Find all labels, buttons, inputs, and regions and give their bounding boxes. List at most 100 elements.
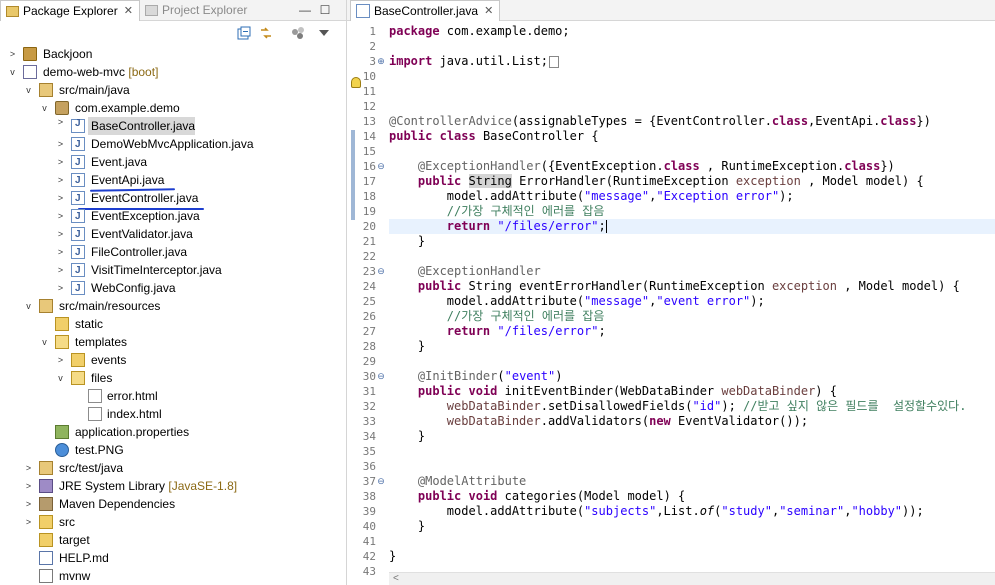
tree-item-event[interactable]: > Event.java	[0, 153, 346, 172]
code-line[interactable]	[389, 459, 995, 474]
code-line[interactable]	[389, 39, 995, 54]
tree-item-index-html[interactable]: index.html	[0, 405, 346, 423]
tab-project-explorer[interactable]: Project Explorer	[140, 0, 253, 20]
code-line[interactable]: @ExceptionHandler({EventException.class …	[389, 159, 995, 174]
expand-arrow-icon[interactable]: >	[24, 477, 33, 495]
code-line[interactable]: public class BaseController {	[389, 129, 995, 144]
tree-item-basecontroller[interactable]: BaseController.java	[88, 117, 195, 135]
code-area[interactable]: 1 package com.example.demo; 2 3 ⊕ import java…	[347, 21, 995, 578]
expand-arrow-icon[interactable]: >	[56, 261, 65, 279]
tree-item-src-test-java[interactable]: > src/test/java	[0, 459, 346, 477]
expand-arrow-icon[interactable]: >	[24, 459, 33, 477]
code-line[interactable]	[389, 144, 995, 159]
code-line[interactable]	[389, 69, 995, 84]
expand-arrow-icon[interactable]: >	[56, 171, 65, 189]
code-line[interactable]	[389, 534, 995, 549]
filters-icon[interactable]	[290, 26, 306, 42]
tree-item-filecontroller[interactable]: > FileController.java	[0, 243, 346, 262]
expand-arrow-icon[interactable]: >	[24, 513, 33, 531]
maximize-icon[interactable]: ☐	[318, 3, 332, 17]
tree-item-eventapi[interactable]: > EventApi.java	[0, 171, 346, 190]
scroll-left-icon[interactable]: <	[393, 573, 399, 584]
expand-arrow-icon[interactable]: >	[56, 351, 65, 369]
code-line[interactable]: model.addAttribute("subjects",List.of("s…	[389, 504, 995, 519]
tree-item-templates[interactable]: v templates	[0, 333, 346, 351]
code-line[interactable]: public String eventErrorHandler(RuntimeE…	[389, 279, 995, 294]
collapse-arrow-icon[interactable]: v	[24, 81, 33, 99]
code-line[interactable]	[389, 249, 995, 264]
tree-item-help-md[interactable]: HELP.md	[0, 549, 346, 567]
code-line[interactable]: webDataBinder.addValidators(new EventVal…	[389, 414, 995, 429]
tree-item-error-html[interactable]: error.html	[0, 387, 346, 405]
tree-item-package[interactable]: v com.example.demo	[0, 99, 346, 117]
collapse-arrow-icon[interactable]: v	[8, 63, 17, 81]
expand-arrow-icon[interactable]: >	[56, 135, 65, 153]
code-line[interactable]: @ModelAttribute	[389, 474, 995, 489]
expand-arrow-icon[interactable]: >	[56, 225, 65, 243]
code-line[interactable]: public void categories(Model model) {	[389, 489, 995, 504]
tree-item-mvnw[interactable]: mvnw	[0, 567, 346, 585]
minimize-icon[interactable]: —	[298, 3, 312, 17]
close-icon[interactable]: ✕	[124, 1, 133, 21]
collapse-arrow-icon[interactable]: v	[24, 297, 33, 315]
tree-item-files[interactable]: v files	[0, 369, 346, 387]
tree-item-src-main-resources[interactable]: v src/main/resources	[0, 297, 346, 315]
code-line[interactable]: @ControllerAdvice(assignableTypes = {Eve…	[389, 114, 995, 129]
code-line[interactable]	[389, 444, 995, 459]
tree-item-jre-system-library[interactable]: > JRE System Library [JavaSE-1.8]	[0, 477, 346, 495]
tree-item-backjoon[interactable]: > Backjoon	[0, 45, 346, 63]
tree-item-webconfig[interactable]: > WebConfig.java	[0, 279, 346, 298]
tab-basecontroller-java[interactable]: BaseController.java ✕	[350, 0, 501, 21]
expand-arrow-icon[interactable]: >	[8, 45, 17, 63]
expand-arrow-icon[interactable]: >	[24, 495, 33, 513]
collapse-arrow-icon[interactable]: v	[40, 99, 49, 117]
tree-item-eventexception[interactable]: > EventException.java	[0, 207, 346, 226]
code-line[interactable]: @InitBinder("event")	[389, 369, 995, 384]
code-line[interactable]	[389, 354, 995, 369]
expand-arrow-icon[interactable]: >	[56, 153, 65, 171]
tree-item-demowebmvcapplication[interactable]: > DemoWebMvcApplication.java	[0, 135, 346, 154]
tree-item-events[interactable]: > events	[0, 351, 346, 369]
tree-item-eventcontroller[interactable]: > EventController.java	[0, 189, 346, 208]
collapse-fold-icon[interactable]: ⊖	[376, 264, 386, 279]
code-line[interactable]: model.addAttribute("message","Exception …	[389, 189, 995, 204]
tree-item-maven-dependencies[interactable]: > Maven Dependencies	[0, 495, 346, 513]
expand-arrow-icon[interactable]: >	[56, 189, 65, 207]
code-line[interactable]: }	[389, 234, 995, 249]
view-menu-icon[interactable]	[316, 26, 332, 42]
collapse-arrow-icon[interactable]: v	[56, 369, 65, 387]
code-line[interactable]: }	[389, 429, 995, 444]
tree-item-demo-web-mvc[interactable]: v demo-web-mvc [boot]	[0, 63, 346, 81]
expand-fold-icon[interactable]: ⊕	[376, 54, 386, 69]
tab-package-explorer[interactable]: Package Explorer ✕	[0, 0, 140, 21]
collapse-fold-icon[interactable]: ⊖	[376, 474, 386, 489]
collapse-all-icon[interactable]	[236, 26, 252, 42]
code-line[interactable]: return "/files/error";	[389, 219, 995, 234]
code-line[interactable]: }	[389, 519, 995, 534]
link-with-editor-icon[interactable]	[258, 26, 274, 42]
code-line[interactable]: public String ErrorHandler(RuntimeExcept…	[389, 174, 995, 189]
code-line[interactable]: webDataBinder.setDisallowedFields("id");…	[389, 399, 995, 414]
code-line[interactable]	[389, 84, 995, 99]
code-line[interactable]: //가장 구체적인 에러를 잡음	[389, 309, 995, 324]
code-line[interactable]: }	[389, 339, 995, 354]
tree-item-eventvalidator[interactable]: > EventValidator.java	[0, 225, 346, 244]
code-line[interactable]	[389, 99, 995, 114]
code-line[interactable]: return "/files/error";	[389, 324, 995, 339]
collapse-fold-icon[interactable]: ⊖	[376, 159, 386, 174]
code-line[interactable]: @ExceptionHandler	[389, 264, 995, 279]
code-line[interactable]: public void initEventBinder(WebDataBinde…	[389, 384, 995, 399]
collapse-arrow-icon[interactable]: v	[40, 333, 49, 351]
expand-arrow-icon[interactable]: >	[56, 117, 65, 135]
expand-arrow-icon[interactable]: >	[56, 243, 65, 261]
expand-arrow-icon[interactable]: >	[56, 279, 65, 297]
tree-item-application-properties[interactable]: application.properties	[0, 423, 346, 441]
code-line[interactable]: //가장 구체적인 에러를 잡음	[389, 204, 995, 219]
code-line[interactable]: model.addAttribute("message","event erro…	[389, 294, 995, 309]
close-icon[interactable]: ✕	[484, 1, 493, 21]
code-line[interactable]: import java.util.List;	[389, 54, 995, 69]
collapse-fold-icon[interactable]: ⊖	[376, 369, 386, 384]
tree-item-static[interactable]: static	[0, 315, 346, 333]
tree-item-visittimeinterceptor[interactable]: > VisitTimeInterceptor.java	[0, 261, 346, 280]
horizontal-scrollbar[interactable]: <	[389, 572, 995, 585]
